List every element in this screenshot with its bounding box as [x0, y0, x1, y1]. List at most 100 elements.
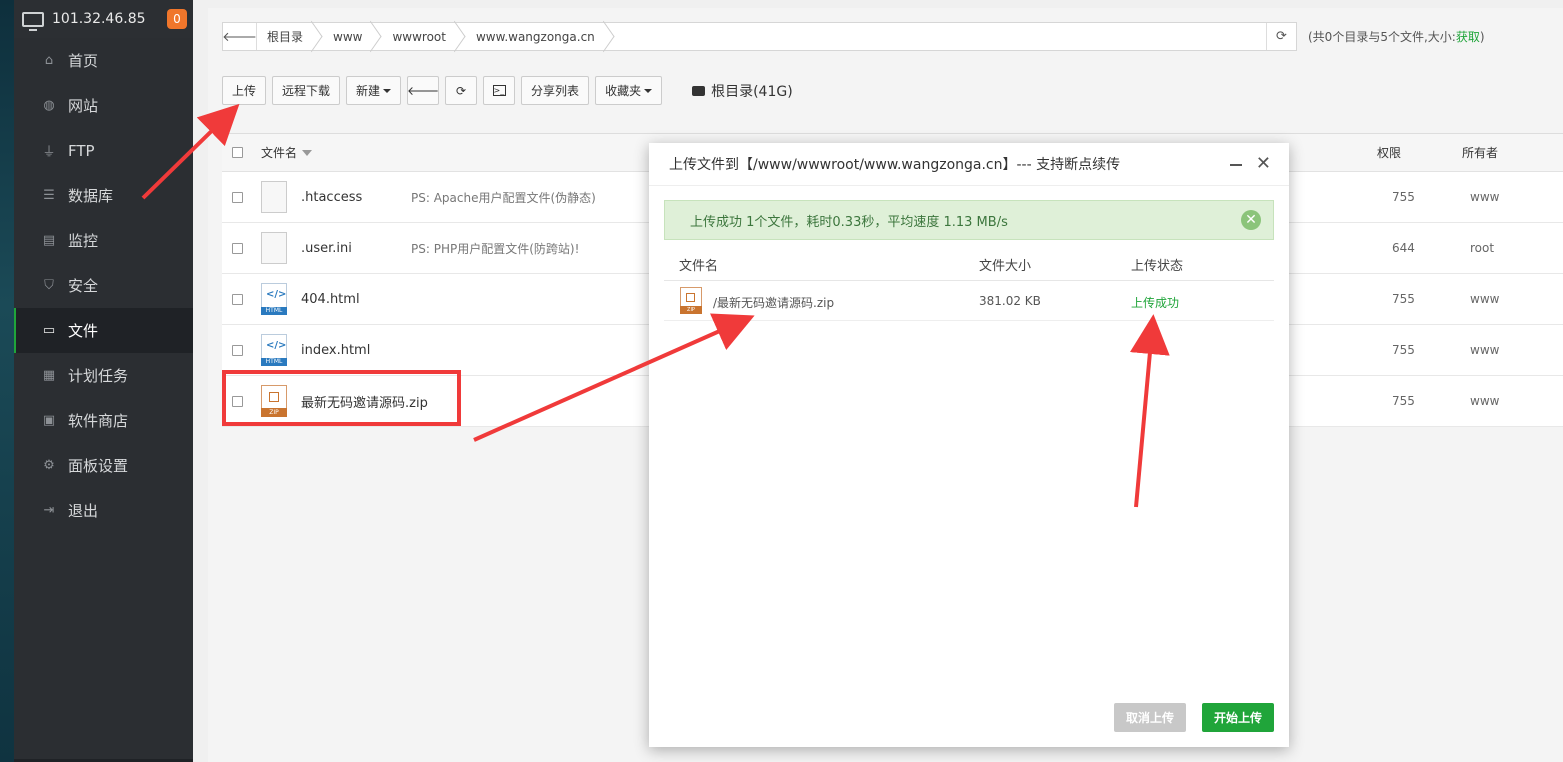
globe-icon: ◍: [43, 98, 55, 113]
file-name[interactable]: index.html: [301, 343, 381, 358]
sidebar-item-3[interactable]: ☰ 数据库: [14, 173, 193, 218]
file-perm[interactable]: 644: [1392, 241, 1415, 255]
file-icon: [261, 181, 287, 213]
sidebar-item-label: 安全: [68, 277, 99, 295]
upload-status: 上传成功: [1131, 296, 1180, 310]
sidebar-item-label: 数据库: [68, 187, 114, 205]
file-owner[interactable]: www: [1470, 190, 1499, 204]
sidebar-item-label: 监控: [68, 232, 99, 250]
select-all-checkbox[interactable]: [232, 147, 243, 158]
upload-table-header: 文件名 文件大小 上传状态: [664, 246, 1274, 281]
col-owner-header: 所有者: [1462, 146, 1499, 160]
sidebar-item-0[interactable]: ⌂ 首页: [14, 38, 193, 83]
sidebar-item-label: FTP: [68, 141, 95, 160]
file-owner[interactable]: root: [1470, 241, 1494, 255]
sidebar: 101.32.46.85 0 ⌂ 首页 ◍ 网站 ⏚ FTP ☰ 数据库 ▤ 监控 ⛉ 安全 ▭ 文件 ▦ 计…: [14, 0, 193, 762]
remote-download-button[interactable]: 远程下载: [272, 76, 341, 105]
new-dropdown-button[interactable]: 新建: [346, 76, 402, 105]
upload-file-size: 381.02 KB: [979, 294, 1041, 308]
sidebar-item-10[interactable]: ⇥ 退出: [14, 488, 193, 533]
back-arrow-icon[interactable]: 🡐: [222, 23, 257, 50]
shield-icon: ⛉: [44, 278, 54, 293]
zip-file-icon: ZIP: [680, 287, 702, 314]
file-perm[interactable]: 755: [1392, 394, 1415, 408]
file-name[interactable]: .user.ini: [301, 241, 381, 256]
file-owner[interactable]: www: [1470, 343, 1499, 357]
sort-down-icon[interactable]: [302, 149, 313, 156]
sidebar-item-7[interactable]: ▦ 计划任务: [14, 353, 193, 398]
file-owner[interactable]: www: [1470, 292, 1499, 306]
file-note: PS: Apache用户配置文件(伪静态): [411, 190, 596, 205]
terminal-button[interactable]: >_: [483, 76, 516, 105]
favorites-dropdown-button[interactable]: 收藏夹: [595, 76, 663, 105]
row-checkbox[interactable]: [232, 191, 243, 203]
file-note: PS: PHP用户配置文件(防跨站)!: [411, 241, 580, 256]
file-icon: [261, 232, 287, 264]
breadcrumb-item[interactable]: www.wangzonga.cn: [466, 23, 615, 50]
upload-file-name: /最新无码邀请源码.zip: [713, 296, 835, 310]
ftp-icon: ⏚: [42, 145, 56, 160]
sidebar-item-6[interactable]: ▭ 文件: [14, 308, 193, 353]
file-owner[interactable]: www: [1470, 394, 1499, 408]
sidebar-item-label: 软件商店: [68, 412, 129, 430]
sidebar-item-4[interactable]: ▤ 监控: [14, 218, 193, 263]
breadcrumb-item[interactable]: 根目录: [257, 23, 323, 50]
hdd-icon: [692, 85, 706, 96]
start-upload-button[interactable]: 开始上传: [1201, 703, 1274, 732]
database-icon: ☰: [43, 188, 55, 203]
breadcrumb-item[interactable]: www: [323, 23, 382, 50]
disk-label: 根目录(41G): [711, 83, 793, 100]
folder-icon: ▭: [42, 323, 56, 338]
monitor-icon: ▤: [42, 233, 56, 248]
dir-summary: (共0个目录与5个文件,大小:获取): [1308, 28, 1485, 45]
dialog-titlebar: 上传文件到【/www/wwwroot/www.wangzonga.cn】--- …: [649, 143, 1289, 186]
file-perm[interactable]: 755: [1392, 190, 1415, 204]
file-perm[interactable]: 755: [1392, 343, 1415, 357]
alert-text: 上传成功 1个文件，耗时0.33秒，平均速度 1.13 MB/s: [690, 214, 1008, 230]
minimize-icon[interactable]: [1229, 164, 1242, 166]
sidebar-item-9[interactable]: ⚙ 面板设置: [14, 443, 193, 488]
sidebar-item-2[interactable]: ⏚ FTP: [14, 128, 193, 173]
file-perm[interactable]: 755: [1392, 292, 1415, 306]
notification-badge[interactable]: 0: [167, 9, 187, 29]
row-checkbox[interactable]: [232, 344, 243, 356]
disk-root[interactable]: 根目录(41G): [692, 81, 793, 101]
breadcrumb-item[interactable]: wwwroot: [382, 23, 466, 50]
cancel-upload-button[interactable]: 取消上传: [1113, 703, 1186, 732]
desktop-edge: [0, 0, 14, 762]
alert-close-icon[interactable]: ✕: [1241, 210, 1261, 230]
dialog-controls: ✕: [1229, 155, 1271, 173]
dialog-title: 上传文件到【/www/wwwroot/www.wangzonga.cn】--- …: [669, 157, 1121, 173]
server-header: 101.32.46.85 0: [14, 0, 193, 38]
upload-button[interactable]: 上传: [222, 76, 267, 105]
file-name[interactable]: 404.html: [301, 292, 381, 307]
get-size-link[interactable]: 获取: [1456, 30, 1480, 44]
html-label: HTML: [261, 307, 287, 315]
refresh-button[interactable]: ⟳: [445, 76, 478, 105]
logout-icon: ⇥: [43, 503, 55, 518]
arrow-left-icon: 🡐: [406, 84, 440, 98]
row-checkbox[interactable]: [232, 293, 243, 305]
row-checkbox[interactable]: [232, 242, 243, 254]
sidebar-item-label: 面板设置: [68, 457, 129, 475]
apps-icon: ▣: [42, 413, 56, 428]
monitor-icon: [22, 11, 44, 31]
breadcrumb: 根目录 www wwwroot www.wangzonga.cn: [257, 23, 615, 50]
close-icon[interactable]: ✕: [1256, 155, 1271, 173]
sidebar-item-5[interactable]: ⛉ 安全: [14, 263, 193, 308]
file-name[interactable]: .htaccess: [301, 190, 381, 205]
sidebar-item-8[interactable]: ▣ 软件商店: [14, 398, 193, 443]
html-label: HTML: [261, 358, 287, 366]
upload-col-name: 文件名: [679, 259, 719, 274]
share-list-button[interactable]: 分享列表: [521, 76, 590, 105]
caret-down-icon: [383, 88, 392, 93]
sidebar-item-1[interactable]: ◍ 网站: [14, 83, 193, 128]
back-button[interactable]: 🡐: [407, 76, 439, 105]
highlight-box: [222, 370, 461, 426]
col-perm-header: 权限: [1377, 146, 1402, 160]
summary-text: (共0个目录与5个文件,大小:: [1308, 30, 1456, 44]
refresh-icon[interactable]: ⟳: [1266, 23, 1296, 50]
col-name-header[interactable]: 文件名: [261, 144, 297, 161]
calendar-icon: ▦: [42, 368, 56, 383]
html-file-icon: </> HTML: [261, 334, 287, 366]
